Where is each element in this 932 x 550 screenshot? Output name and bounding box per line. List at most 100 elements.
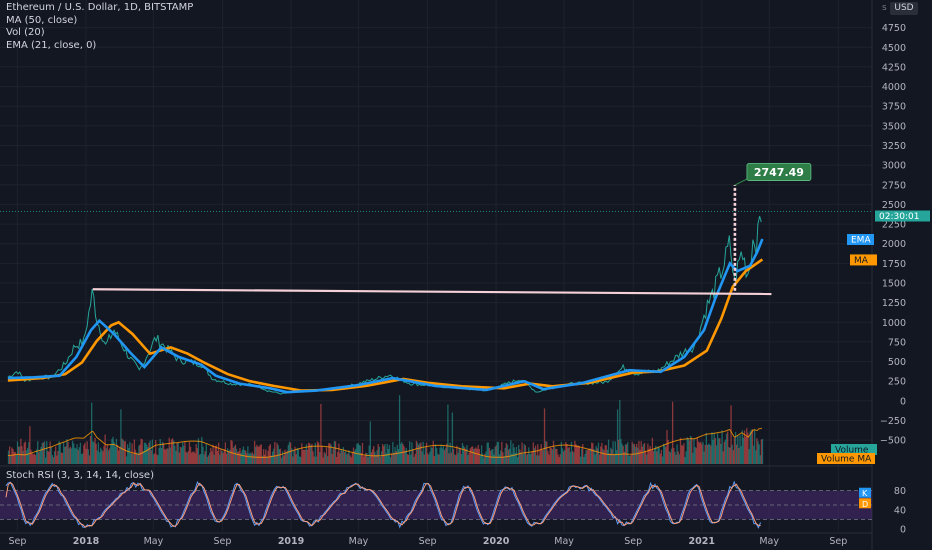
volume-bar (571, 451, 574, 464)
volume-bar (575, 444, 577, 464)
price-chart[interactable]: 2747.49 47504500425040003750350032503000… (0, 0, 932, 550)
volume-bar (534, 445, 537, 464)
volume-bar (664, 445, 666, 464)
volume-bar (701, 444, 703, 464)
volume-bar (649, 446, 651, 464)
volume-bar (319, 452, 321, 464)
volume-bar (415, 440, 418, 464)
price-tick-label: 2750 (882, 180, 906, 191)
volume-bar (332, 448, 334, 464)
volume-bar (754, 429, 756, 464)
volume-bar (496, 441, 498, 464)
volume-bar (505, 443, 507, 464)
volume-bar (638, 440, 640, 464)
volume-bar (738, 448, 740, 464)
volume-bar (307, 442, 310, 464)
currency-button[interactable]: USD (890, 2, 918, 15)
volume-bar (114, 446, 116, 464)
volume-bar (688, 440, 691, 464)
volume-bar (57, 450, 59, 464)
volume-bar (413, 456, 415, 464)
volume-bar (723, 441, 725, 464)
volume-bar (119, 446, 121, 464)
volume-bar (548, 454, 550, 464)
volume-bar (532, 442, 534, 464)
current-time-label: 02:30:01 (879, 212, 919, 222)
volume-bar (201, 436, 203, 464)
volume-bar (215, 445, 218, 464)
time-tick-label: 2019 (278, 536, 304, 547)
volume-bar (79, 442, 82, 464)
price-tick-label: 4250 (882, 62, 906, 73)
vol-legend[interactable]: Vol (20) (6, 27, 193, 40)
volume-bar (622, 445, 624, 464)
volume-bar (558, 457, 560, 464)
volume-bar (438, 454, 440, 464)
volume-bar (660, 449, 663, 464)
volume-bar (749, 431, 751, 464)
volume-bar (451, 412, 454, 464)
volume-bar (495, 445, 497, 464)
symbol-title[interactable]: Ethereum / U.S. Dollar, 1D, BITSTAMP (6, 2, 193, 15)
volume-bar (679, 437, 682, 464)
volume-bar (355, 448, 357, 464)
ma-legend[interactable]: MA (50, close) (6, 15, 193, 28)
volume-bar (710, 445, 712, 464)
volume-bar (260, 444, 263, 464)
volume-bar (293, 450, 295, 464)
volume-bar (531, 451, 533, 464)
volume-bar (137, 454, 139, 464)
volume-bar (639, 449, 641, 464)
volume-bar (412, 449, 414, 464)
volume-bar (262, 449, 265, 464)
volume-bar (92, 441, 94, 464)
volume-bar (562, 451, 565, 464)
volume-bar (669, 452, 672, 464)
volume-bar (101, 449, 103, 464)
volume-bar (751, 429, 754, 464)
stoch-k-tag-label: K (862, 489, 868, 498)
volume-bar (698, 442, 701, 464)
volume-bar (157, 455, 159, 464)
volume-bar (704, 444, 706, 464)
volume-bar (718, 438, 720, 464)
volume-bar (537, 444, 539, 464)
volume-bar (428, 454, 430, 464)
volume-bar (109, 448, 111, 464)
volume-bar (46, 441, 48, 464)
volume-bar (675, 454, 677, 464)
volume-bar (714, 438, 716, 464)
volume-bar (98, 452, 101, 464)
volume-bar (733, 437, 736, 464)
volume-bar (87, 449, 89, 464)
volume-bar (577, 445, 579, 464)
volume-bar (407, 454, 410, 464)
volume-bar (652, 451, 655, 464)
price-tick-label: 3250 (882, 141, 906, 152)
volume-bar (14, 451, 16, 464)
volume-bar (446, 443, 448, 464)
time-tick-label: Sep (829, 536, 847, 547)
volume-bar (551, 449, 554, 464)
volume-bar (473, 448, 475, 464)
volume-bar (41, 442, 43, 464)
volume-bar (151, 439, 154, 464)
volume-bar (304, 449, 306, 464)
volume-bar (444, 447, 447, 464)
time-tick-label: Sep (419, 536, 437, 547)
volume-bar (13, 451, 15, 464)
volume-bar (204, 451, 206, 464)
volume-bar (362, 456, 365, 464)
volume-bar (159, 439, 161, 464)
volume-bar (497, 442, 500, 464)
time-tick-label: May (759, 536, 779, 547)
volume-bar (226, 448, 229, 464)
volume-bar (430, 447, 432, 464)
volume-bar (433, 455, 436, 464)
ema-legend[interactable]: EMA (21, close, 0) (6, 40, 193, 53)
volume-bar (470, 446, 473, 464)
stoch-rsi-legend[interactable]: Stoch RSI (3, 3, 14, 14, close) (6, 470, 154, 481)
volume-bar (466, 445, 468, 464)
volume-bar (697, 441, 700, 464)
volume-bar (691, 437, 693, 464)
